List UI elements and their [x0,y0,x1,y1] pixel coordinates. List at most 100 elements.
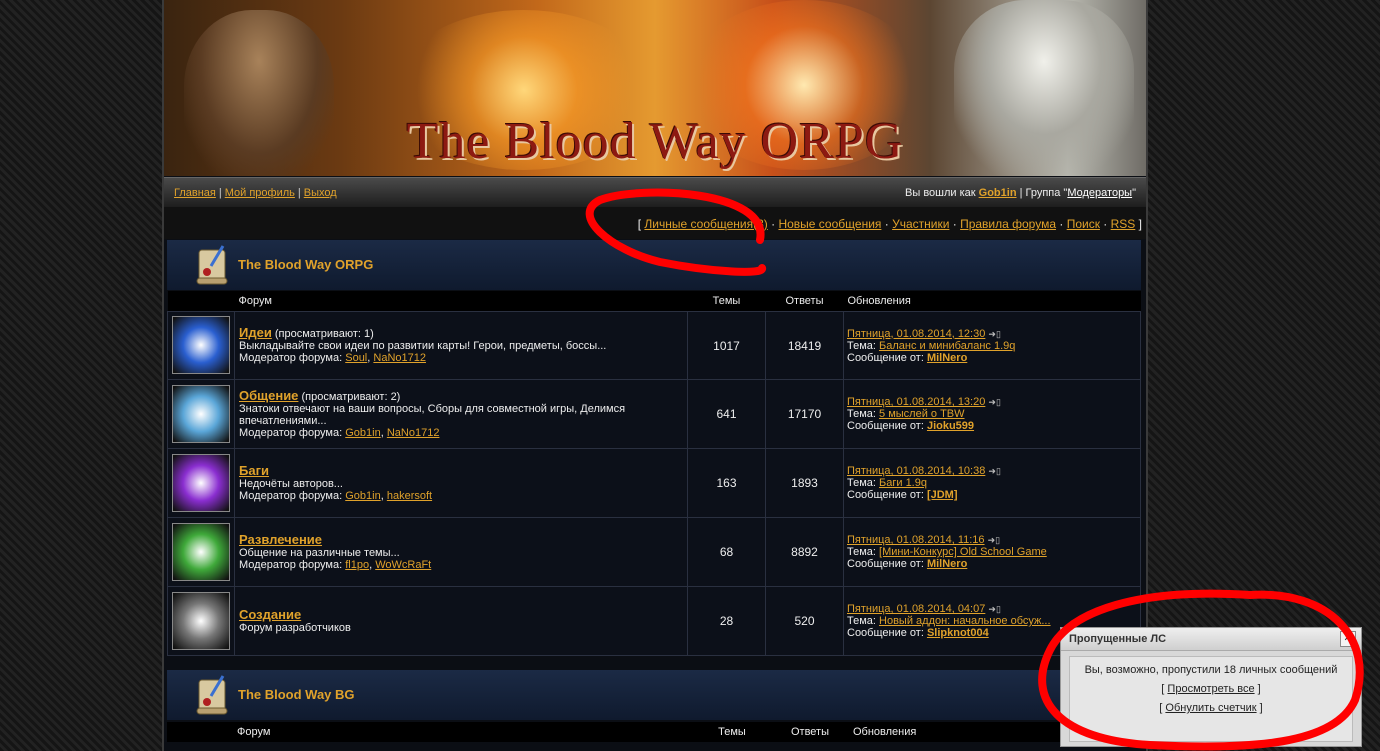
forum-description: Форум разработчиков [239,621,351,634]
moderators: Модератор форума: Gob1in, NaNo1712 [239,426,440,439]
search-link[interactable]: Поиск [1067,217,1100,231]
logout-link[interactable]: Выход [304,187,337,199]
category-title: The Blood Way BG [238,687,355,702]
last-topic-link[interactable]: Баланс и минибаланс 1.9q [879,340,1015,352]
forum-row: Развлечение Общение на различные темы... М… [167,517,1141,587]
popup-header: Пропущенные ЛС ✕ [1061,628,1361,651]
topics-column-header: Темы [693,722,771,742]
replies-column-header: Ответы [765,291,844,312]
forum-icon[interactable] [172,384,230,443]
topics-count: 1017 [687,311,766,380]
forum-description: Знатоки отвечают на ваши вопросы, Сборы … [239,402,626,427]
replies-count: 520 [765,586,844,656]
missed-messages-popup: Пропущенные ЛС ✕ Вы, возможно, пропустил… [1060,627,1362,747]
forum-description: Общение на различные темы... [239,546,400,559]
topics-column-header: Темы [687,291,766,312]
forum-navbar: [ Личные сообщения(3) · Новые сообщения … [164,207,1146,239]
category-header: The Blood Way BG [167,670,1141,720]
replies-count: 17170 [765,379,844,449]
replies-count: 18419 [765,311,844,380]
last-author-link[interactable]: Jioku599 [927,420,974,432]
members-link[interactable]: Участники [892,217,949,231]
last-post-date-link[interactable]: Пятница, 01.08.2014, 13:20 [847,396,985,408]
forum-icon[interactable] [172,453,230,512]
my-profile-link[interactable]: Мой профиль [225,187,295,199]
reset-counter-link[interactable]: Обнулить счетчик [1165,702,1256,714]
forum-name-link[interactable]: Баги [239,463,269,478]
forum-name-link[interactable]: Создание [239,607,301,622]
top-navigation: Главная | Мой профиль | Выход Вы вошли как G… [164,177,1146,208]
close-icon[interactable]: ✕ [1340,631,1356,647]
last-post-date-link[interactable]: Пятница, 01.08.2014, 10:38 [847,465,985,477]
last-topic-link[interactable]: Баги 1.9q [879,477,927,489]
category-header: The Blood Way ORPG [167,240,1141,290]
topics-count: 68 [687,517,766,587]
go-to-post-icon[interactable]: ➜▯ [988,329,1001,339]
last-author-link[interactable]: MilNero [927,558,967,570]
scroll-icon [196,245,228,285]
login-status: Вы вошли как Gob1in | Группа "Модераторы… [905,187,1136,199]
banner-title: The Blood Way ORPG [406,113,904,170]
category-title: The Blood Way ORPG [238,257,374,272]
last-author-link[interactable]: [JDM] [927,489,958,501]
popup-title: Пропущенные ЛС [1069,633,1167,645]
forum-column-header: Форум [234,291,688,312]
moderators: Модератор форума: fl1po, WoWcRaFt [239,558,432,571]
moderators: Модератор форума: Gob1in, hakersoft [239,489,433,502]
username-link[interactable]: Gob1in [979,187,1017,199]
forum-row: Идеи (просматривают: 1) Выкладывайте свои… [167,311,1141,380]
topics-count: 163 [687,448,766,518]
go-to-post-icon[interactable]: ➜▯ [988,604,1001,614]
last-post-date-link[interactable]: Пятница, 01.08.2014, 11:16 [847,534,985,546]
forum-name-link[interactable]: Общение [239,388,298,403]
replies-count: 1893 [765,448,844,518]
last-post-date-link[interactable]: Пятница, 01.08.2014, 12:30 [847,328,985,340]
new-messages-link[interactable]: Новые сообщения [778,217,881,231]
popup-body: Вы, возможно, пропустили 18 личных сообщ… [1069,656,1353,742]
moderator-link[interactable]: fl1po [345,559,369,571]
moderator-link[interactable]: hakersoft [387,490,432,502]
private-messages-link[interactable]: Личные сообщения(3) [644,217,767,231]
view-all-link[interactable]: Просмотреть все [1167,683,1254,695]
group-link[interactable]: Модераторы [1067,187,1132,199]
scroll-icon [196,675,228,715]
go-to-post-icon[interactable]: ➜▯ [988,466,1001,476]
last-post-date-link[interactable]: Пятница, 01.08.2014, 04:07 [847,603,985,615]
forum-icon[interactable] [172,522,230,581]
replies-column-header: Ответы [771,722,849,742]
replies-count: 8892 [765,517,844,587]
last-topic-link[interactable]: 5 мыслей о TBW [879,408,965,420]
header-banner: The Blood Way ORPG [164,0,1146,176]
home-link[interactable]: Главная [174,187,216,199]
forum-row: Общение (просматривают: 2) Знатоки отвеча… [167,379,1141,449]
forum-name-link[interactable]: Развлечение [239,532,322,547]
go-to-post-icon[interactable]: ➜▯ [988,397,1001,407]
forum-icon[interactable] [172,591,230,650]
topics-count: 641 [687,379,766,449]
last-topic-link[interactable]: Новый аддон: начальное обсуж... [879,615,1051,627]
forum-page: The Blood Way ORPG Главная | Мой профиль | В… [162,0,1148,751]
forum-row: Баги Недочёты авторов... Модератор форума:… [167,448,1141,518]
forum-row: Создание Форум разработчиков 28 520 Пятница,… [167,586,1141,656]
updates-column-header: Обновления [843,291,1141,312]
moderator-link[interactable]: NaNo1712 [387,427,440,439]
moderator-link[interactable]: Gob1in [345,427,380,439]
moderator-link[interactable]: NaNo1712 [373,352,426,364]
forum-name-link[interactable]: Идеи [239,325,272,340]
viewers-count: (просматривают: 2) [298,390,401,403]
forum-description: Выкладывайте свои идеи по развитии карты… [239,340,607,352]
moderator-link[interactable]: Gob1in [345,490,380,502]
rss-link[interactable]: RSS [1111,217,1136,231]
popup-message: Вы, возможно, пропустили 18 личных сообщ… [1084,664,1338,676]
go-to-post-icon[interactable]: ➜▯ [988,535,1001,545]
last-topic-link[interactable]: [Мини-Конкурс] Old School Game [879,546,1047,558]
moderator-link[interactable]: Soul [345,352,367,364]
forum-rules-link[interactable]: Правила форума [960,217,1056,231]
topics-count: 28 [687,586,766,656]
forum-column-header: Форум [233,722,693,742]
forum-icon[interactable] [172,316,230,374]
last-author-link[interactable]: Slipknot004 [927,627,989,639]
moderators: Модератор форума: Soul, NaNo1712 [239,352,426,364]
last-author-link[interactable]: MilNero [927,352,967,364]
moderator-link[interactable]: WoWcRaFt [375,559,431,571]
